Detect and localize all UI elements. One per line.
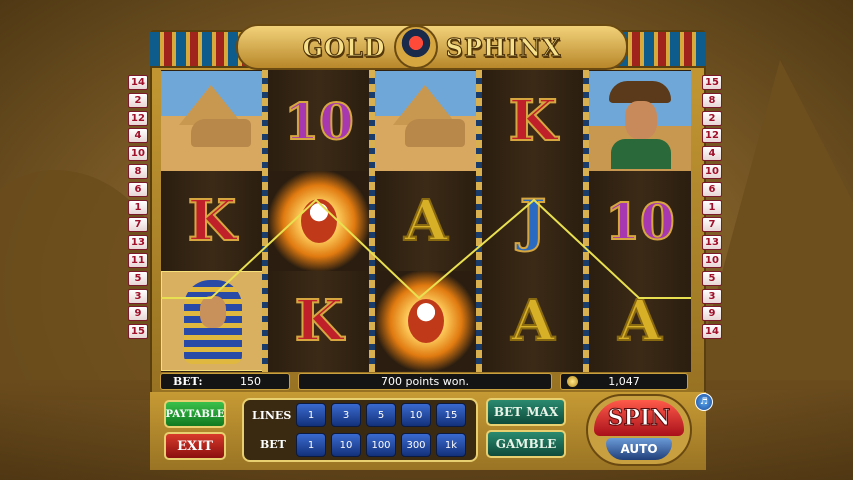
line-number-left: 6 [128, 181, 148, 197]
line-number-left: 12 [128, 110, 148, 126]
lines-label: LINES [252, 409, 292, 422]
line-number-right: 7 [702, 217, 722, 233]
exit-button[interactable]: EXIT [164, 432, 226, 460]
win-message: 700 points won. [298, 373, 552, 390]
line-number-right: 15 [702, 75, 722, 90]
line-number-right: 10 [702, 252, 722, 268]
gamble-button[interactable]: GAMBLE [486, 430, 566, 458]
line-number-left: 8 [128, 163, 148, 179]
lines-option-10[interactable]: 10 [401, 403, 431, 427]
scarab-icon [393, 25, 438, 69]
logo-text-left: GOLD [302, 32, 386, 62]
line-number-left: 5 [128, 270, 148, 286]
auto-button[interactable]: AUTO [606, 438, 672, 460]
control-panel: PAYTABLE EXIT LINES BET 1 3 5 10 15 1 10… [150, 392, 706, 470]
line-number-right: 8 [702, 92, 722, 108]
line-number-left: 4 [128, 128, 148, 144]
bet-option-1[interactable]: 1 [296, 433, 326, 457]
line-number-left: 14 [128, 75, 148, 90]
logo-text-right: SPHINX [445, 32, 562, 62]
lines-option-3[interactable]: 3 [331, 403, 361, 427]
bet-option-100[interactable]: 100 [366, 433, 396, 457]
line-number-right: 3 [702, 288, 722, 304]
bet-label: BET [260, 438, 286, 451]
coin-icon [567, 376, 578, 387]
line-numbers-left: 14 2 12 4 10 8 6 1 7 13 11 5 3 9 15 [128, 75, 148, 342]
bet-option-1k[interactable]: 1k [436, 433, 466, 457]
credits-value: 1,047 [608, 375, 640, 388]
line-number-left: 2 [128, 92, 148, 108]
line-number-right: 10 [702, 163, 722, 179]
speaker-icon[interactable]: ♬ [695, 393, 713, 411]
spin-button[interactable]: SPIN [594, 400, 684, 436]
line-number-left: 9 [128, 306, 148, 322]
reels-area: K 10 K A KJA 10 A [161, 70, 691, 372]
line-number-left: 7 [128, 217, 148, 233]
lines-bet-selector: LINES BET 1 3 5 10 15 1 10 100 300 1k [242, 398, 478, 462]
bet-option-10[interactable]: 10 [331, 433, 361, 457]
lines-option-15[interactable]: 15 [436, 403, 466, 427]
winning-paylines [161, 198, 691, 300]
line-numbers-right: 15 8 2 12 4 10 6 1 7 13 10 5 3 9 14 [702, 75, 722, 342]
line-number-left: 15 [128, 324, 148, 340]
line-number-left: 10 [128, 146, 148, 162]
line-number-right: 13 [702, 235, 722, 251]
bet-display: BET: 150 [160, 373, 290, 390]
spin-control: SPIN AUTO [586, 394, 692, 466]
line-number-left: 3 [128, 288, 148, 304]
bet-max-button[interactable]: BET MAX [486, 398, 566, 426]
line-number-left: 1 [128, 199, 148, 215]
info-bar: BET: 150 700 points won. 1,047 [160, 373, 692, 391]
line-number-right: 1 [702, 199, 722, 215]
game-logo: GOLD SPHINX [236, 24, 628, 70]
bet-label: BET: [173, 375, 203, 388]
line-number-right: 14 [702, 324, 722, 340]
line-number-left: 13 [128, 235, 148, 251]
lines-option-1[interactable]: 1 [296, 403, 326, 427]
line-number-right: 12 [702, 128, 722, 144]
paytable-button[interactable]: PAYTABLE [164, 400, 226, 428]
lines-option-5[interactable]: 5 [366, 403, 396, 427]
line-number-right: 4 [702, 146, 722, 162]
line-number-left: 11 [128, 252, 148, 268]
bet-option-300[interactable]: 300 [401, 433, 431, 457]
line-number-right: 6 [702, 181, 722, 197]
line-number-right: 9 [702, 306, 722, 322]
payline-secondary [161, 199, 420, 299]
credits-display: 1,047 [560, 373, 688, 390]
bet-value: 150 [240, 375, 261, 388]
line-number-right: 5 [702, 270, 722, 286]
game-screen: GOLD SPHINX 14 2 12 4 10 8 6 1 7 13 11 5 3 9 15 15 8 2 12… [0, 0, 853, 480]
payline-winning [161, 198, 691, 300]
line-number-right: 2 [702, 110, 722, 126]
